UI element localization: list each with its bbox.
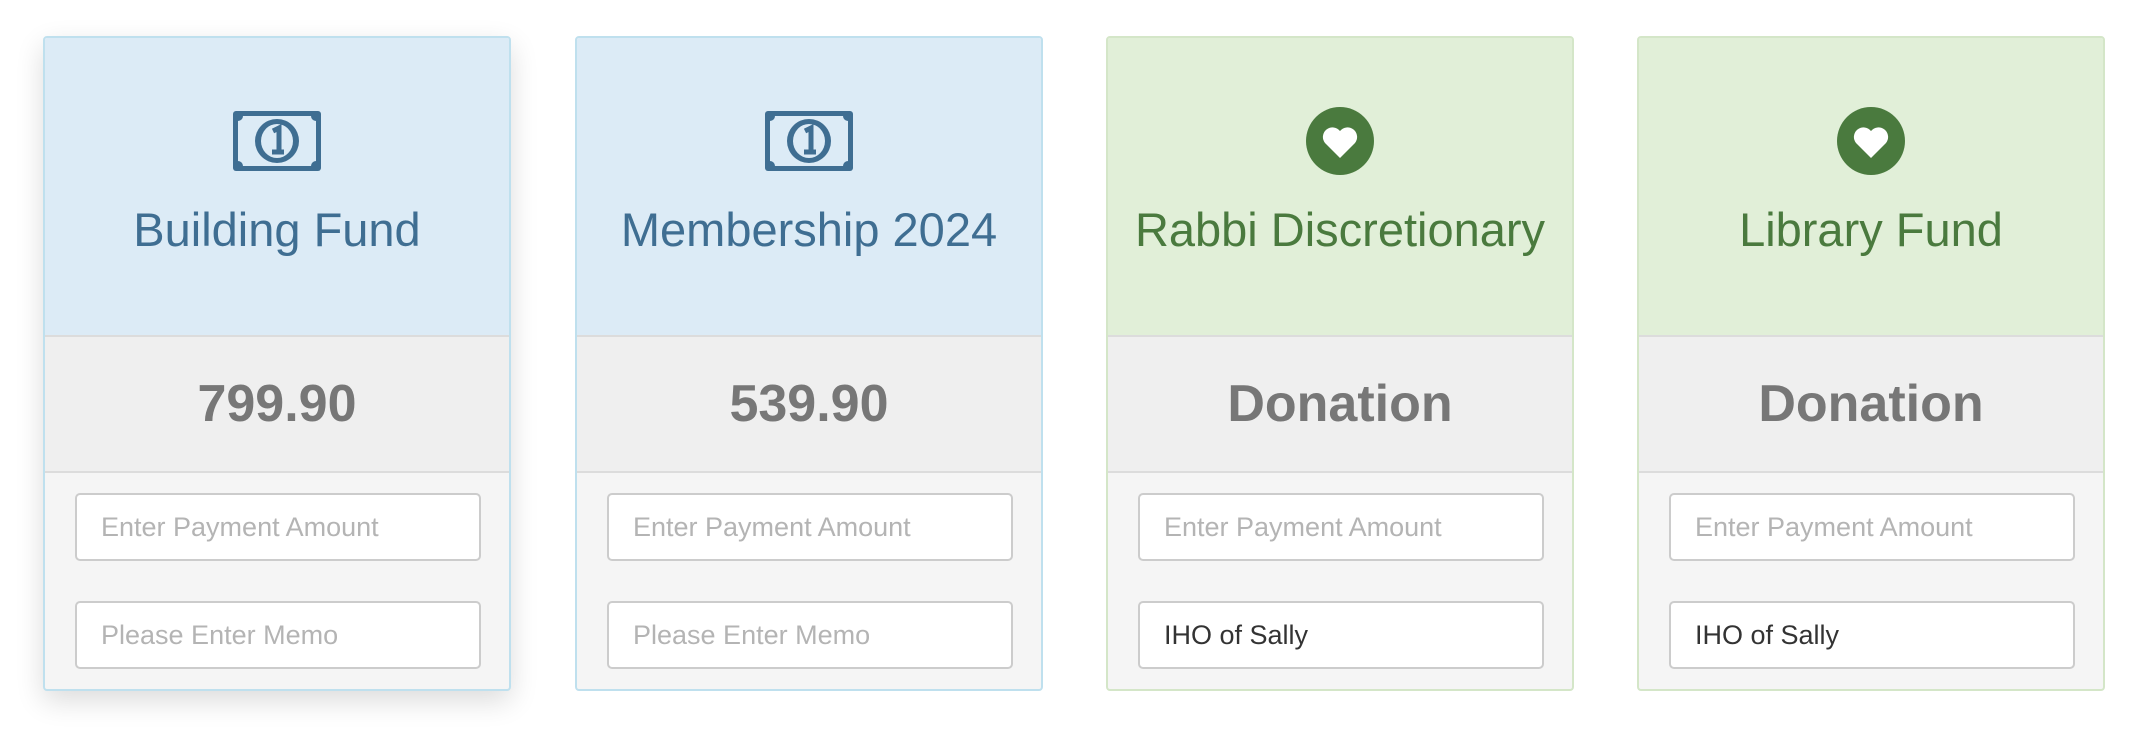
card-form [1108,473,1572,669]
payment-card-building-fund[interactable]: Building Fund 799.90 [43,36,511,691]
card-title: Membership 2024 [620,203,998,256]
card-price: 799.90 [45,337,509,473]
money-bill-icon [233,106,321,176]
card-form [577,473,1041,669]
memo-input[interactable] [1669,601,2075,669]
card-header: Library Fund [1639,38,2103,337]
card-title: Library Fund [1739,203,2003,256]
memo-input[interactable] [1138,601,1544,669]
payment-card-membership-2024[interactable]: Membership 2024 539.90 [575,36,1043,691]
card-header: Rabbi Discretionary [1108,38,1572,337]
payment-card-library-fund[interactable]: Library Fund Donation [1637,36,2105,691]
payment-amount-input[interactable] [1138,493,1544,561]
card-header: Building Fund [45,38,509,337]
payment-amount-input[interactable] [1669,493,2075,561]
heart-circle-icon [1836,106,1906,176]
card-price: Donation [1639,337,2103,473]
payment-amount-input[interactable] [75,493,481,561]
memo-input[interactable] [607,601,1013,669]
card-price: 539.90 [577,337,1041,473]
heart-circle-icon [1305,106,1375,176]
card-header: Membership 2024 [577,38,1041,337]
card-form [1639,473,2103,669]
payment-card-rabbi-discretionary[interactable]: Rabbi Discretionary Donation [1106,36,1574,691]
card-form [45,473,509,669]
card-price: Donation [1108,337,1572,473]
money-bill-icon [765,106,853,176]
payment-cards: Building Fund 799.90 Membership 2024 539… [0,0,2144,745]
card-title: Rabbi Discretionary [1134,203,1546,256]
memo-input[interactable] [75,601,481,669]
payment-amount-input[interactable] [607,493,1013,561]
card-title: Building Fund [133,203,421,256]
